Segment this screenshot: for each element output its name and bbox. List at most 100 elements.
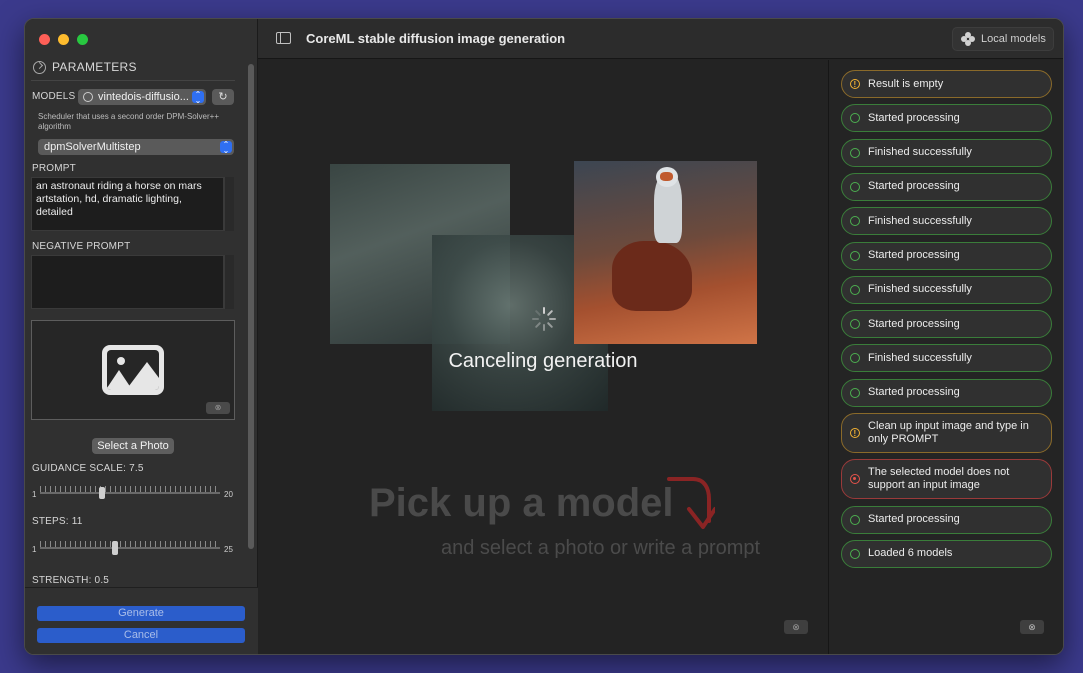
generate-button[interactable]: Generate [37, 606, 245, 621]
chevron-updown-icon: ⌃ ⌄ [220, 141, 232, 155]
spinner-icon [532, 307, 556, 331]
local-models-button[interactable]: Local models [952, 27, 1054, 51]
steps-min: 1 [32, 545, 37, 554]
input-image-well[interactable]: ⊗ [31, 320, 235, 420]
chevron-updown-icon: ⌃ ⌄ [192, 91, 204, 105]
app-window: PARAMETERS MODELS vintedois-diffusio... … [24, 18, 1064, 655]
steps-max: 25 [224, 545, 233, 554]
parameters-title: PARAMETERS [52, 60, 137, 74]
model-select-value: vintedois-diffusio... [98, 91, 189, 103]
scheduler-select-value: dpmSolverMultistep [44, 141, 141, 153]
success-icon [850, 216, 860, 227]
strength-label: STRENGTH: 0.5 [32, 575, 110, 586]
main-area: CoreML stable diffusion image generation… [258, 19, 1063, 654]
toolbar: CoreML stable diffusion image generation… [258, 19, 1063, 59]
success-icon [850, 113, 860, 124]
negative-prompt-label: NEGATIVE PROMPT [32, 241, 131, 252]
success-icon [850, 250, 860, 261]
minimize-window-button[interactable] [58, 34, 69, 45]
log-item-text: Started processing [868, 317, 960, 330]
refresh-icon: ↻ [218, 91, 228, 103]
zoom-window-button[interactable] [77, 34, 88, 45]
photo-icon [102, 345, 164, 395]
empty-state-subline: and select a photo or write a prompt [441, 537, 761, 559]
model-select[interactable]: vintedois-diffusio... ⌃ ⌄ [78, 89, 206, 105]
generated-image [574, 161, 757, 344]
select-photo-button[interactable]: Select a Photo [92, 438, 174, 454]
parameters-scroll-area[interactable]: PARAMETERS MODELS vintedois-diffusio... … [25, 54, 258, 587]
scheduler-select[interactable]: dpmSolverMultistep ⌃ ⌄ [38, 139, 234, 155]
cancel-button[interactable]: Cancel [37, 628, 245, 643]
models-label: MODELS [32, 91, 76, 102]
clear-log-button[interactable]: ⊗ [1020, 620, 1044, 634]
model-icon [83, 92, 93, 102]
log-item-text: Started processing [868, 111, 960, 124]
log-item: Started processing [841, 505, 1052, 534]
empty-state-headline: Pick up a model [369, 481, 674, 525]
negative-prompt-scrollbar[interactable] [224, 255, 234, 309]
prompt-input[interactable]: an astronaut riding a horse on mars arts… [31, 177, 224, 231]
image-canvas: Canceling generation Pick up a model and… [258, 60, 828, 654]
parameters-header: PARAMETERS [33, 60, 137, 74]
sidebar-scrollbar[interactable] [248, 64, 254, 549]
log-item-text: Loaded 6 models [868, 547, 953, 560]
negative-prompt-input[interactable] [31, 255, 224, 309]
success-icon [850, 147, 860, 158]
log-item: Started processing [841, 172, 1052, 201]
steps-slider-ticks [40, 541, 220, 547]
log-item-text: Started processing [868, 386, 960, 399]
success-icon [850, 319, 860, 330]
log-item-text: Finished successfully [868, 283, 972, 296]
log-item-text: Finished successfully [868, 351, 972, 364]
clear-image-button[interactable]: ⊗ [206, 402, 230, 414]
arrow-down-icon [667, 477, 715, 529]
parameters-sidebar: PARAMETERS MODELS vintedois-diffusio... … [25, 19, 258, 654]
divider [31, 80, 235, 81]
prompt-scrollbar[interactable] [224, 177, 234, 231]
gauge-icon [33, 60, 46, 74]
log-item: The selected model does not support an i… [841, 459, 1052, 500]
success-icon [850, 387, 860, 398]
log-item-text: Finished successfully [868, 146, 972, 159]
log-item: Started processing [841, 378, 1052, 407]
log-item: Started processing [841, 104, 1052, 133]
clear-canvas-button[interactable]: ⊗ [784, 620, 808, 634]
window-controls [39, 34, 88, 45]
steps-slider-track[interactable] [40, 547, 220, 549]
log-item: Result is empty [841, 70, 1052, 98]
log-item: Started processing [841, 310, 1052, 339]
guidance-slider-knob[interactable] [98, 487, 105, 499]
window-title: CoreML stable diffusion image generation [306, 31, 566, 46]
success-icon [850, 284, 860, 295]
generation-status: Canceling generation [448, 350, 638, 372]
log-item-text: Result is empty [868, 77, 944, 90]
log-item: Finished successfully [841, 275, 1052, 304]
log-item: Finished successfully [841, 344, 1052, 373]
log-item-text: Clean up input image and type in only PR… [868, 420, 1029, 445]
guidance-min: 1 [32, 490, 37, 499]
sidebar-footer: Generate Cancel [25, 587, 258, 654]
clear-icon: ⊗ [214, 403, 222, 412]
success-icon [850, 353, 860, 364]
guidance-scale-label: GUIDANCE SCALE: 7.5 [32, 463, 144, 474]
log-item: Clean up input image and type in only PR… [841, 413, 1052, 453]
steps-label: STEPS: 11 [32, 516, 83, 527]
scheduler-description: Scheduler that uses a second order DPM-S… [38, 112, 219, 131]
clear-icon: ⊗ [792, 622, 800, 632]
log-item: Finished successfully [841, 138, 1052, 167]
success-icon [850, 514, 860, 525]
clear-icon: ⊗ [1028, 622, 1036, 632]
warning-icon [850, 78, 860, 91]
local-models-label: Local models [981, 33, 1046, 45]
success-icon [850, 548, 860, 559]
warning-icon [850, 427, 860, 440]
guidance-slider-track[interactable] [40, 492, 220, 494]
sidebar-toggle-icon[interactable] [276, 32, 291, 44]
log-item: Finished successfully [841, 207, 1052, 236]
guidance-slider-ticks [40, 486, 220, 492]
error-icon [850, 474, 860, 485]
steps-slider-knob[interactable] [112, 541, 118, 555]
close-window-button[interactable] [39, 34, 50, 45]
log-item-text: Finished successfully [868, 214, 972, 227]
refresh-models-button[interactable]: ↻ [212, 89, 234, 105]
